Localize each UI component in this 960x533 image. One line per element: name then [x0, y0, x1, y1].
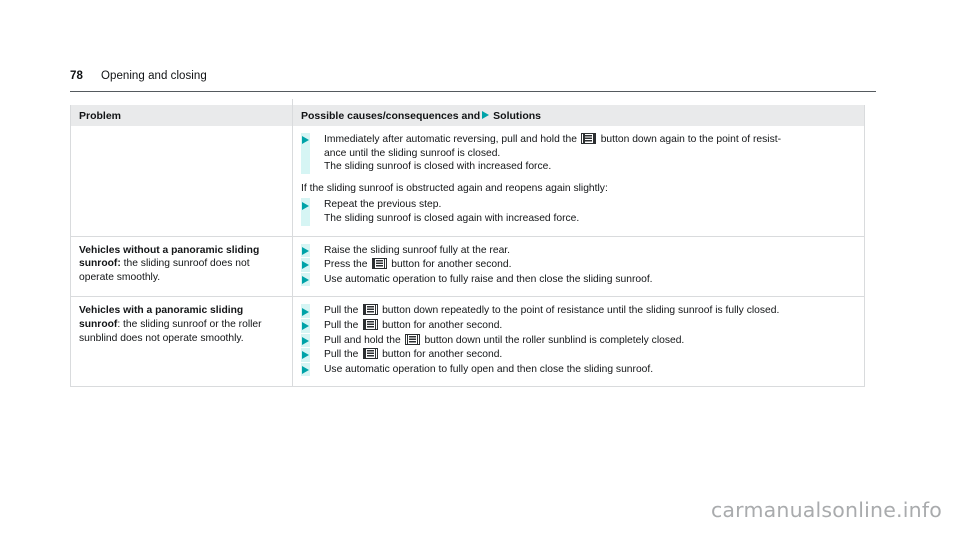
problem-text: Vehicles without a panoramic sliding sun… [79, 244, 282, 285]
list-item-text-part1: Pull the [324, 305, 362, 317]
table-cell-problem [71, 126, 293, 236]
table-cell-problem: Vehicles with a panoramic sliding sunroo… [71, 297, 293, 387]
list-item: Raise the sliding sunroof fully at the r… [301, 243, 854, 258]
list-item: Use automatic operation to fully open an… [301, 362, 854, 377]
list-item-text-part1: Pull the [324, 319, 362, 331]
condition-text: If the sliding sunroof is obstructed aga… [301, 182, 608, 194]
sunroof-button-icon [371, 258, 387, 270]
sunroof-button-icon [362, 348, 378, 360]
table-cell-solutions: Pull the button down repeatedly to the p… [293, 297, 864, 386]
sunroof-button-icon [405, 333, 421, 345]
list-item: Pull the button down repeatedly to the p… [301, 304, 854, 318]
list-item-text: Repeat the previous step. [324, 199, 442, 211]
sunroof-button-icon [362, 304, 378, 316]
table-row: Vehicles without a panoramic sliding sun… [71, 235, 864, 297]
bullet-triangle-icon [301, 136, 309, 145]
list-item-text: Use automatic operation to fully raise a… [324, 273, 653, 285]
table-row: Immediately after automatic reversing, p… [71, 126, 864, 236]
list-item-consequence: The sliding sunroof is closed with incre… [324, 161, 552, 173]
column-header-solutions-suffix: Solutions [493, 109, 542, 122]
page-section-title: Opening and closing [101, 70, 207, 82]
table-header-row: Problem Possible causes/consequences and… [71, 98, 864, 133]
list-item-text: Pull the button for another second. [324, 318, 854, 333]
list-item-text-part2: button for another second. [379, 349, 503, 361]
list-item-text: Press the button for another second. [324, 258, 854, 272]
bullet-triangle-icon [301, 246, 309, 255]
list-item: Press the button for another second. [301, 258, 854, 272]
table-row: Vehicles with a panoramic sliding sunroo… [71, 296, 864, 387]
list-item-text: Immediately after automatic reversing, p… [324, 133, 854, 147]
list-item-text-part2: button down until the roller sunblind is… [421, 334, 685, 346]
list-item: Pull and hold the button down until the … [301, 333, 854, 348]
page-running-header: 78 Opening and closing [70, 70, 876, 92]
sunroof-button-icon [362, 318, 378, 330]
list-item: Repeat the previous step. The sliding su… [301, 198, 854, 226]
list-item-text-part3: ance until the sliding sunroof is closed… [324, 147, 501, 159]
page-number: 78 [70, 70, 83, 82]
list-item: Use automatic operation to fully raise a… [301, 272, 854, 287]
list-item-consequence: The sliding sunroof is closed again with… [324, 212, 580, 224]
list-item-text: Raise the sliding sunroof fully at the r… [324, 244, 511, 256]
list-item-text-part1: Press the [324, 259, 371, 271]
list-item-text-part2: button down again to the point of resist… [597, 134, 782, 145]
bullet-triangle-icon [301, 201, 309, 210]
list-item-text-part2: button down repeatedly to the point of r… [379, 305, 780, 317]
list-item-text-part1: Immediately after automatic reversing, p… [324, 134, 580, 145]
list-item-text-part1: Pull and hold the [324, 334, 404, 346]
list-item-text: Use automatic operation to fully open an… [324, 363, 654, 375]
bullet-triangle-icon [301, 336, 309, 345]
column-header-problem: Problem [79, 109, 122, 122]
bullet-triangle-icon [301, 365, 309, 374]
solution-triangle-icon [482, 111, 490, 119]
list-item-text-part2: button for another second. [379, 319, 503, 331]
bullet-triangle-icon [301, 275, 309, 284]
problem-text: Vehicles with a panoramic sliding sunroo… [79, 304, 282, 345]
table-cell-problem: Vehicles without a panoramic sliding sun… [71, 236, 293, 297]
bullet-triangle-icon [301, 351, 309, 360]
list-item-text: Pull and hold the button down until the … [324, 333, 854, 348]
column-header-solutions-prefix: Possible causes/consequences and [301, 109, 481, 122]
sunroof-button-icon [581, 133, 597, 144]
troubleshooting-table: Problem Possible causes/consequences and… [70, 98, 865, 388]
table-cell-solutions: Raise the sliding sunroof fully at the r… [293, 237, 864, 297]
bullet-triangle-icon [301, 307, 309, 316]
manual-page: 78 Opening and closing Problem Possible … [0, 0, 960, 533]
solution-block: Repeat the previous step. The sliding su… [301, 198, 854, 226]
list-item-text-part2: button for another second. [388, 259, 512, 271]
list-item: Pull the button for another second. [301, 318, 854, 333]
list-item-text: Pull the button for another second. [324, 348, 854, 362]
list-item: Immediately after automatic reversing, p… [301, 133, 854, 174]
table-cell-solutions: Immediately after automatic reversing, p… [293, 126, 864, 236]
bullet-triangle-icon [301, 261, 309, 270]
site-watermark: carmanualsonline.info [710, 498, 942, 522]
bullet-triangle-icon [301, 322, 309, 331]
list-item-text-part1: Pull the [324, 349, 362, 361]
solution-block: Immediately after automatic reversing, p… [301, 133, 854, 174]
list-item-text: Pull the button down repeatedly to the p… [324, 304, 854, 318]
list-item: Pull the button for another second. [301, 348, 854, 362]
